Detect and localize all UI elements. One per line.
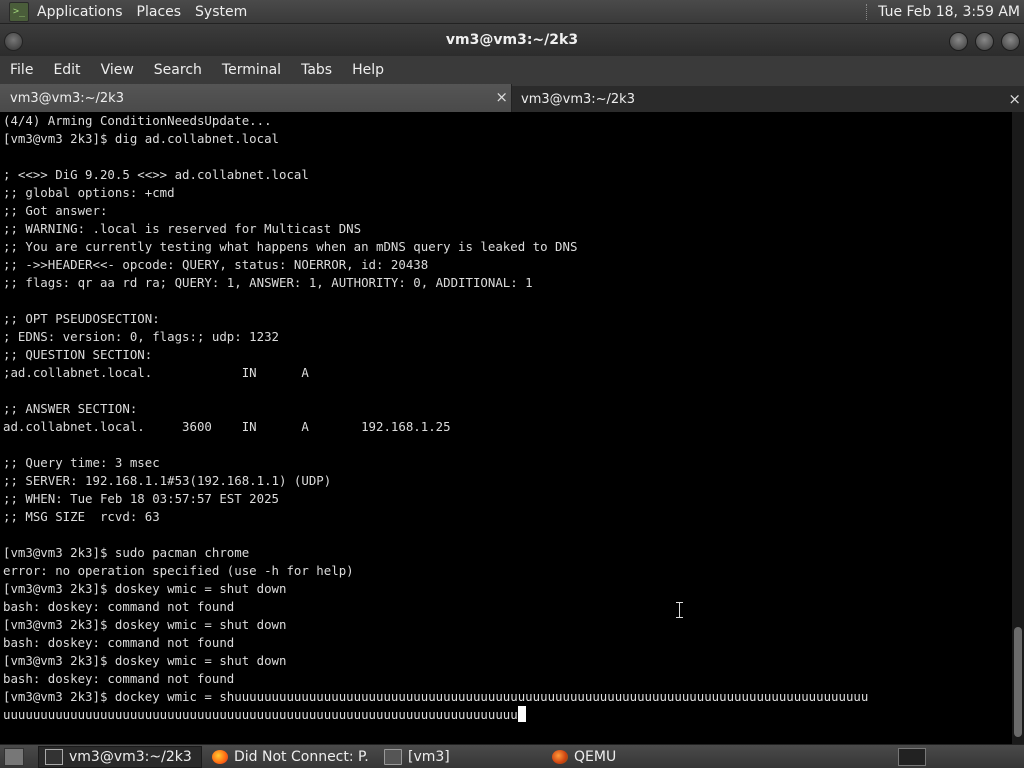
terminal-line: ;; Got answer:	[3, 203, 108, 218]
terminal-line: [vm3@vm3 2k3]$ dockey wmic = shuuuuuuuuu…	[3, 689, 869, 704]
terminal-line: ;; global options: +cmd	[3, 185, 175, 200]
terminal-line: bash: doskey: command not found	[3, 599, 235, 614]
terminal-input-line[interactable]: uuuuuuuuuuuuuuuuuuuuuuuuuuuuuuuuuuuuuuuu…	[0, 706, 1012, 724]
menu-help[interactable]: Help	[342, 62, 394, 78]
taskbar-item-label: vm3@vm3:~/2k3	[69, 748, 192, 765]
folder-icon	[384, 748, 402, 765]
menu-view[interactable]: View	[91, 62, 144, 78]
terminal-scrollbar[interactable]	[1012, 112, 1024, 744]
tab-bar: vm3@vm3:~/2k3 × vm3@vm3:~/2k3 ×	[0, 84, 1024, 112]
show-desktop-icon[interactable]	[4, 747, 24, 766]
text-cursor	[517, 706, 526, 722]
taskbar-item-label: Did Not Connect: P...	[234, 748, 368, 765]
qemu-icon	[552, 749, 568, 764]
terminal-line: ;; WHEN: Tue Feb 18 03:57:57 EST 2025	[3, 491, 280, 506]
window-title: vm3@vm3:~/2k3	[445, 32, 579, 48]
system-menu[interactable]: System	[189, 4, 255, 20]
minimize-button[interactable]	[949, 32, 968, 51]
window-menu-icon[interactable]	[4, 32, 23, 51]
terminal-line: ;; ->>HEADER<<- opcode: QUERY, status: N…	[3, 257, 429, 272]
terminal-line: ;; You are currently testing what happen…	[3, 239, 578, 254]
terminal-line: ; <<>> DiG 9.20.5 <<>> ad.collabnet.loca…	[3, 167, 309, 182]
tab-1[interactable]: vm3@vm3:~/2k3 ×	[0, 84, 512, 112]
terminal-line: ; EDNS: version: 0, flags:; udp: 1232	[3, 329, 280, 344]
terminal-input-text: uuuuuuuuuuuuuuuuuuuuuuuuuuuuuuuuuuuuuuuu…	[3, 707, 518, 722]
panel-separator	[866, 3, 869, 20]
menu-terminal[interactable]: Terminal	[212, 62, 291, 78]
firefox-icon	[212, 749, 228, 764]
terminal-line: ad.collabnet.local. 3600 IN A 192.168.1.…	[3, 419, 451, 434]
maximize-button[interactable]	[975, 32, 994, 51]
taskbar-item-label: [vm3]	[408, 748, 450, 765]
terminal-line: [vm3@vm3 2k3]$ dig ad.collabnet.local	[3, 131, 280, 146]
terminal-icon	[45, 748, 63, 765]
terminal-line: [vm3@vm3 2k3]$ doskey wmic = shut down	[3, 581, 287, 596]
terminal-line: (4/4) Arming ConditionNeedsUpdate...	[3, 113, 272, 128]
top-panel: >_ Applications Places System Tue Feb 18…	[0, 0, 1024, 24]
terminal-line: [vm3@vm3 2k3]$ doskey wmic = shut down	[3, 617, 287, 632]
taskbar-item-terminal[interactable]: vm3@vm3:~/2k3	[38, 745, 202, 768]
terminal-line: ;; flags: qr aa rd ra; QUERY: 1, ANSWER:…	[3, 275, 533, 290]
terminal-line: ;; OPT PSEUDOSECTION:	[3, 311, 160, 326]
terminal-line: ;ad.collabnet.local. IN A	[3, 365, 309, 380]
bottom-panel: vm3@vm3:~/2k3 Did Not Connect: P... [vm3…	[0, 744, 1024, 768]
taskbar-item-qemu[interactable]: QEMU	[546, 746, 706, 768]
terminal-line: bash: doskey: command not found	[3, 671, 235, 686]
terminal-line: bash: doskey: command not found	[3, 635, 235, 650]
tab-label: vm3@vm3:~/2k3	[10, 90, 124, 106]
terminal-line: ;; MSG SIZE rcvd: 63	[3, 509, 160, 524]
ibeam-cursor-icon	[676, 602, 684, 618]
menu-tabs[interactable]: Tabs	[291, 62, 342, 78]
menu-file[interactable]: File	[0, 62, 43, 78]
terminal-line: ;; QUESTION SECTION:	[3, 347, 153, 362]
terminal-line: ;; SERVER: 192.168.1.1#53(192.168.1.1) (…	[3, 473, 332, 488]
scrollbar-thumb[interactable]	[1014, 627, 1022, 737]
applications-logo-icon[interactable]: >_	[9, 1, 29, 22]
tab-2[interactable]: vm3@vm3:~/2k3 ×	[512, 84, 1024, 112]
terminal-line: ;; ANSWER SECTION:	[3, 401, 138, 416]
taskbar-item-firefox[interactable]: Did Not Connect: P...	[206, 746, 374, 768]
places-menu[interactable]: Places	[131, 4, 190, 20]
terminal-output[interactable]: (4/4) Arming ConditionNeedsUpdate... [vm…	[0, 112, 1012, 744]
terminal-line: [vm3@vm3 2k3]$ doskey wmic = shut down	[3, 653, 287, 668]
tab-close-icon[interactable]: ×	[1008, 91, 1021, 107]
terminal-line: [vm3@vm3 2k3]$ sudo pacman chrome	[3, 545, 250, 560]
menubar: File Edit View Search Terminal Tabs Help	[0, 56, 1024, 84]
tab-label: vm3@vm3:~/2k3	[521, 91, 635, 107]
taskbar-item-label: QEMU	[574, 748, 617, 765]
window-titlebar[interactable]: vm3@vm3:~/2k3	[0, 24, 1024, 56]
menu-edit[interactable]: Edit	[43, 62, 90, 78]
taskbar-item-folder[interactable]: [vm3]	[378, 746, 542, 768]
tab-close-icon[interactable]: ×	[495, 89, 508, 105]
menu-search[interactable]: Search	[144, 62, 212, 78]
applications-menu[interactable]: Applications	[33, 4, 131, 20]
terminal-line: ;; WARNING: .local is reserved for Multi…	[3, 221, 362, 236]
close-button[interactable]	[1001, 32, 1020, 51]
clock[interactable]: Tue Feb 18, 3:59 AM	[878, 4, 1024, 20]
terminal-line: error: no operation specified (use -h fo…	[3, 563, 354, 578]
workspace-switcher[interactable]	[898, 747, 926, 766]
terminal-line: ;; Query time: 3 msec	[3, 455, 160, 470]
